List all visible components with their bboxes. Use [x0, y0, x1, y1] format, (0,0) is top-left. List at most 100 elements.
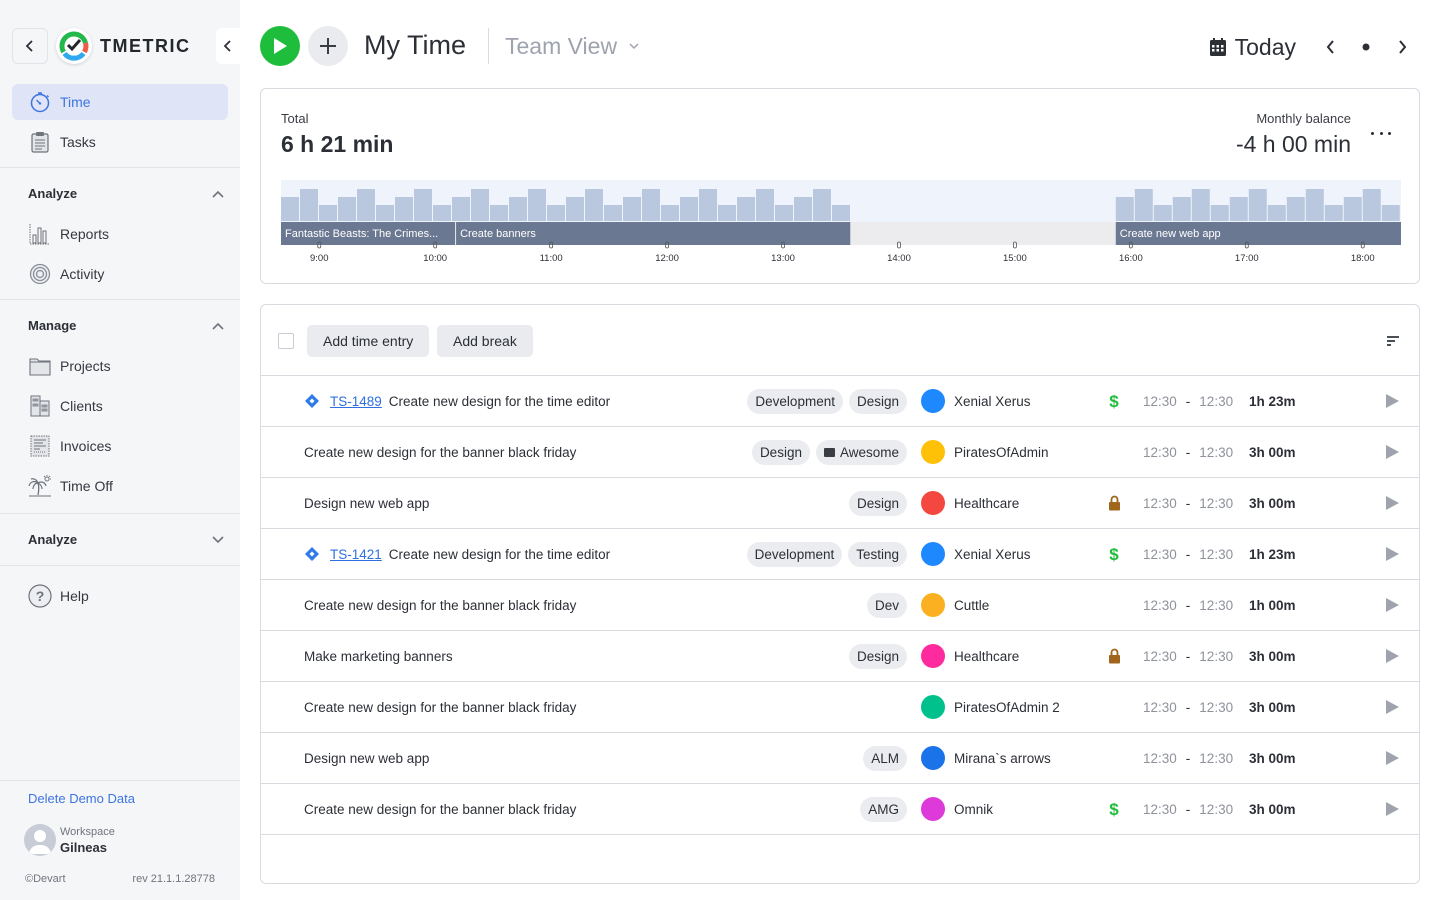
collapse-sidebar-button[interactable]: [216, 28, 240, 64]
entry-description[interactable]: Design new web app: [304, 733, 429, 783]
select-all-checkbox[interactable]: [278, 333, 294, 349]
entry-description[interactable]: Create new design for the banner black f…: [304, 784, 576, 834]
tag[interactable]: Design: [751, 440, 810, 465]
project[interactable]: Healthcare: [921, 644, 1019, 668]
date-label[interactable]: Today: [1235, 34, 1296, 61]
entry-description[interactable]: Create new design for the banner black f…: [304, 427, 576, 477]
tag[interactable]: Testing: [848, 542, 907, 567]
tag[interactable]: ALM: [863, 746, 907, 771]
entry-description[interactable]: Create new design for the banner black f…: [304, 682, 576, 732]
tag[interactable]: Design: [848, 491, 907, 516]
project[interactable]: Xenial Xerus: [921, 389, 1031, 413]
tag[interactable]: Design: [848, 644, 907, 669]
project[interactable]: Mirana`s arrows: [921, 746, 1051, 770]
time-range[interactable]: 12:30-12:30: [1143, 682, 1233, 732]
previous-day-button[interactable]: [1312, 32, 1348, 62]
today-button[interactable]: [1348, 32, 1384, 62]
entry-description[interactable]: Create new design for the banner black f…: [304, 580, 576, 630]
time-range[interactable]: 12:30-12:30: [1143, 784, 1233, 834]
play-icon[interactable]: [1385, 751, 1399, 765]
calendar-icon[interactable]: [1209, 37, 1227, 57]
play-icon[interactable]: [1385, 394, 1399, 408]
sidebar-item-reports[interactable]: Reports: [12, 216, 228, 252]
entry-description[interactable]: TS-1421 Create new design for the time ed…: [304, 529, 610, 579]
entry-description[interactable]: Design new web app: [304, 478, 429, 528]
sidebar-item-projects[interactable]: Projects: [12, 348, 228, 384]
duration[interactable]: 3h 00m: [1249, 427, 1309, 477]
time-range[interactable]: 12:30-12:30: [1143, 376, 1233, 426]
project[interactable]: Omnik: [921, 797, 993, 821]
tag[interactable]: Awesome: [815, 440, 907, 465]
billable-dollar-icon: $: [1106, 799, 1122, 819]
time-entry-row[interactable]: Create new design for the banner black f…: [261, 427, 1419, 478]
play-icon[interactable]: [1385, 445, 1399, 459]
monthly-balance-value: -4 h 00 min: [1235, 131, 1351, 157]
project[interactable]: Xenial Xerus: [921, 542, 1031, 566]
duration[interactable]: 3h 00m: [1249, 478, 1309, 528]
time-range[interactable]: 12:30-12:30: [1143, 478, 1233, 528]
duration[interactable]: 3h 00m: [1249, 682, 1309, 732]
task-id-link[interactable]: TS-1489: [330, 394, 382, 409]
delete-demo-data-link[interactable]: Delete Demo Data: [28, 791, 135, 806]
sidebar-item-invoices[interactable]: Invoices: [12, 428, 228, 464]
section-header-analyze[interactable]: Analyze: [28, 186, 224, 201]
duration[interactable]: 1h 00m: [1249, 580, 1309, 630]
add-time-entry-button[interactable]: Add time entry: [307, 325, 430, 357]
play-icon[interactable]: [1385, 802, 1399, 816]
add-break-button[interactable]: Add break: [437, 325, 533, 357]
time-range[interactable]: 12:30-12:30: [1143, 733, 1233, 783]
tag[interactable]: Development: [747, 389, 843, 414]
back-button[interactable]: [12, 28, 48, 64]
tag[interactable]: Design: [848, 389, 907, 414]
logo[interactable]: TMETRIC: [56, 28, 191, 64]
sidebar-item-help[interactable]: ? Help: [12, 578, 228, 614]
project[interactable]: Cuttle: [921, 593, 989, 617]
task-id-link[interactable]: TS-1421: [330, 547, 382, 562]
time-entry-row[interactable]: TS-1421 Create new design for the time ed…: [261, 529, 1419, 580]
time-entry-row[interactable]: TS-1489 Create new design for the time ed…: [261, 376, 1419, 427]
duration[interactable]: 3h 00m: [1249, 631, 1309, 681]
add-entry-button[interactable]: [308, 26, 348, 66]
sidebar-item-tasks[interactable]: Tasks: [12, 124, 228, 160]
entry-description[interactable]: TS-1489 Create new design for the time ed…: [304, 376, 610, 426]
time-entry-row[interactable]: Make marketing banners Design Healthcare 12…: [261, 631, 1419, 682]
next-day-button[interactable]: [1384, 32, 1420, 62]
play-icon[interactable]: [1385, 700, 1399, 714]
project[interactable]: Healthcare: [921, 491, 1019, 515]
play-icon[interactable]: [1385, 496, 1399, 510]
time-entry-row[interactable]: Design new web app Design Healthcare 12:30-…: [261, 478, 1419, 529]
project[interactable]: PiratesOfAdmin 2: [921, 695, 1060, 719]
tag[interactable]: Development: [746, 542, 843, 567]
sidebar-item-activity[interactable]: Activity: [12, 256, 228, 292]
time-entry-row[interactable]: Create new design for the banner black f…: [261, 682, 1419, 733]
sidebar-item-clients[interactable]: Clients: [12, 388, 228, 424]
duration[interactable]: 1h 23m: [1249, 376, 1309, 426]
duration[interactable]: 1h 23m: [1249, 529, 1309, 579]
play-icon[interactable]: [1385, 649, 1399, 663]
section-header-analyze-collapsed[interactable]: Analyze: [28, 532, 224, 547]
time-range[interactable]: 12:30-12:30: [1143, 580, 1233, 630]
time-range[interactable]: 12:30-12:30: [1143, 631, 1233, 681]
time-range[interactable]: 12:30-12:30: [1143, 529, 1233, 579]
more-options-button[interactable]: [1371, 125, 1391, 141]
time-entry-row[interactable]: Create new design for the banner black f…: [261, 580, 1419, 631]
sidebar-item-time-off[interactable]: Time Off: [12, 468, 228, 504]
time-range[interactable]: 12:30-12:30: [1143, 427, 1233, 477]
play-icon[interactable]: [1385, 547, 1399, 561]
workspace-switcher[interactable]: Workspace Gilneas: [24, 824, 115, 856]
view-selector[interactable]: Team View: [505, 33, 639, 60]
duration[interactable]: 3h 00m: [1249, 784, 1309, 834]
time-entry-row[interactable]: Design new web app ALM Mirana`s arrows 12:3…: [261, 733, 1419, 784]
section-header-manage[interactable]: Manage: [28, 318, 224, 333]
start-timer-button[interactable]: [260, 26, 300, 66]
entry-description[interactable]: Make marketing banners: [304, 631, 453, 681]
day-timeline[interactable]: Fantastic Beasts: The Crimes... Create ba…: [281, 180, 1401, 270]
project[interactable]: PiratesOfAdmin: [921, 440, 1049, 464]
sidebar-item-time[interactable]: Time: [12, 84, 228, 120]
play-icon[interactable]: [1385, 598, 1399, 612]
sort-icon[interactable]: [1385, 333, 1401, 349]
tag[interactable]: Dev: [866, 593, 907, 618]
tag[interactable]: AMG: [860, 797, 907, 822]
time-entry-row[interactable]: Create new design for the banner black f…: [261, 784, 1419, 835]
duration[interactable]: 3h 00m: [1249, 733, 1309, 783]
